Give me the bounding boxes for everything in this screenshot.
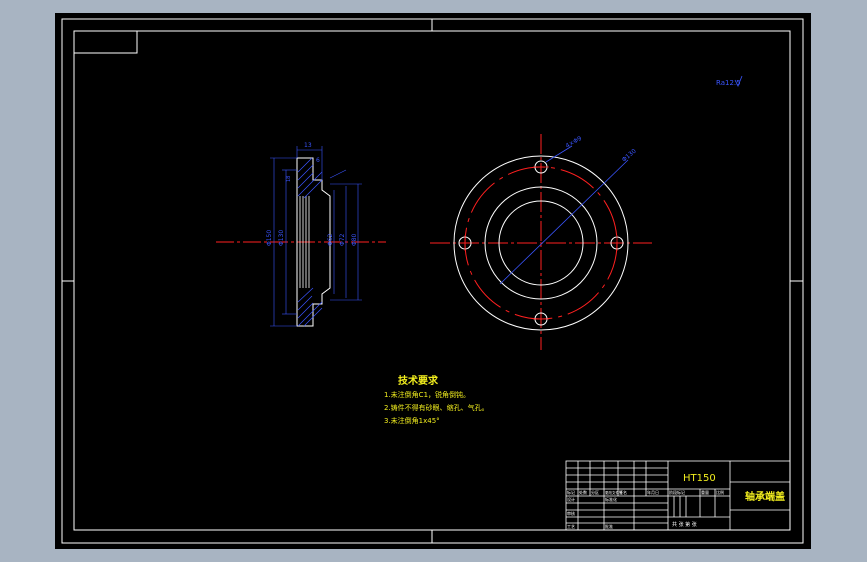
part-name: 轴承端盖 [745, 490, 785, 503]
tb-standardization: 标准化 [605, 496, 617, 502]
dim-left-dia-2: Φ130 [278, 230, 285, 246]
material-label: HT150 [683, 473, 716, 484]
tb-marks: 标记 [567, 489, 575, 495]
dim-flange-thickness: 6 [316, 157, 320, 164]
dim-thickness: 13 [304, 142, 312, 149]
tech-req-item-1: 1.未注倒角C1，锐角倒钝。 [384, 390, 470, 399]
tb-signature: 签名 [619, 489, 627, 495]
drawing-canvas: Ra12.5 Φ150 Φ130 13 6 18 Φ62 Φ72 Φ80 Φ13… [55, 13, 811, 549]
tb-designer: 设计 [567, 496, 575, 502]
tb-stage-mark: 阶段标记 [669, 489, 685, 495]
drawing-sheet [55, 13, 811, 549]
tech-req-item-3: 3.未注倒角1x45° [384, 416, 440, 425]
tb-review: 审核 [567, 510, 575, 516]
cad-viewport[interactable]: Ra12.5 Φ150 Φ130 13 6 18 Φ62 Φ72 Φ80 Φ13… [0, 0, 867, 562]
dim-left-dia-1: Φ150 [266, 230, 273, 246]
tb-date: 年月日 [647, 489, 659, 495]
tb-zone: 分区 [591, 489, 599, 495]
tb-count: 处数 [579, 489, 587, 495]
dim-right-dia-2: Φ72 [339, 233, 346, 246]
tb-approve: 批准 [605, 523, 613, 529]
dim-depth: 18 [286, 176, 292, 182]
tb-process: 工艺 [567, 524, 575, 529]
dim-right-dia-3: Φ80 [351, 233, 358, 246]
tb-sheets: 共 张 第 张 [672, 521, 697, 528]
tb-scale: 比例 [716, 489, 724, 495]
tech-req-title: 技术要求 [398, 374, 439, 387]
tech-req-item-2: 2.铸件不得有砂眼、缩孔、气孔。 [384, 403, 489, 412]
dim-right-dia-1: Φ62 [327, 233, 334, 246]
tb-weight: 重量 [701, 489, 709, 495]
